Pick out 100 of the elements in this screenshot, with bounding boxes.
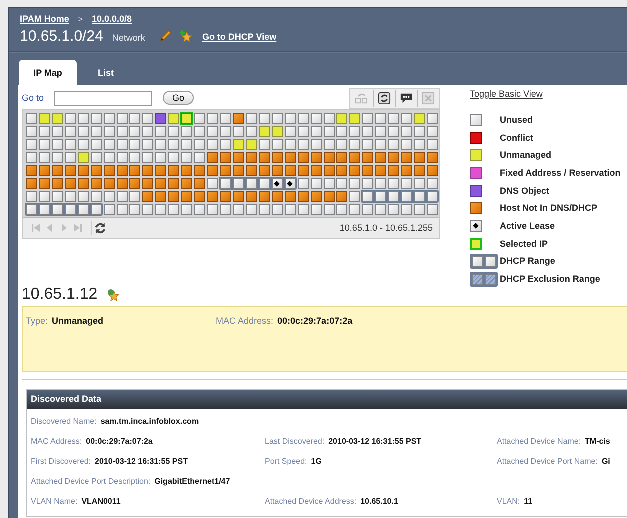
ip-cell[interactable] [310, 113, 322, 124]
ip-cell[interactable] [194, 178, 206, 189]
ip-cell[interactable] [78, 204, 89, 215]
ip-cell[interactable] [207, 126, 218, 137]
ip-cell[interactable] [155, 191, 166, 202]
ip-cell[interactable] [414, 139, 426, 150]
ip-cell[interactable] [232, 165, 244, 176]
ip-cell[interactable] [336, 178, 348, 189]
ip-cell[interactable] [310, 191, 322, 202]
ip-cell[interactable] [246, 152, 257, 163]
ip-cell[interactable] [375, 139, 386, 150]
ip-cell[interactable] [168, 126, 180, 137]
ip-cell[interactable] [64, 204, 76, 215]
ip-cell[interactable] [142, 165, 154, 176]
ip-cell[interactable] [38, 126, 50, 137]
ip-cell[interactable] [52, 113, 63, 124]
ip-cell[interactable] [78, 165, 89, 176]
ip-cell[interactable] [272, 139, 283, 150]
breadcrumb-link[interactable]: IPAM Home [20, 14, 70, 24]
ip-cell[interactable] [401, 113, 412, 124]
ip-cell[interactable] [155, 152, 166, 163]
ip-cell[interactable] [284, 113, 296, 124]
ip-cell[interactable] [388, 113, 400, 124]
ip-cell[interactable] [246, 178, 257, 189]
ip-cell[interactable] [246, 126, 257, 137]
ip-cell[interactable] [78, 178, 89, 189]
ip-cell[interactable] [26, 113, 37, 124]
ip-cell[interactable] [129, 126, 140, 137]
ip-cell[interactable] [220, 204, 232, 215]
ip-cell[interactable] [116, 126, 128, 137]
ip-cell[interactable] [336, 191, 348, 202]
ip-cell[interactable] [52, 204, 63, 215]
ip-cell[interactable] [181, 165, 192, 176]
ip-cell[interactable] [168, 191, 180, 202]
ip-cell[interactable] [181, 204, 192, 215]
ip-cell[interactable] [272, 204, 283, 215]
ip-cell[interactable] [116, 204, 128, 215]
ip-cell[interactable] [298, 191, 309, 202]
ip-cell[interactable] [362, 178, 374, 189]
ip-cell[interactable] [362, 113, 374, 124]
ip-cell[interactable] [52, 139, 63, 150]
ip-cell[interactable] [26, 152, 37, 163]
ip-cell[interactable] [168, 204, 180, 215]
ip-cell[interactable] [194, 126, 206, 137]
ip-cell[interactable] [78, 126, 89, 137]
ip-cell[interactable] [336, 139, 348, 150]
ip-cell[interactable] [362, 204, 374, 215]
ip-cell[interactable] [64, 126, 76, 137]
tab[interactable]: IP Map [19, 60, 77, 85]
star-plus-icon[interactable] [179, 29, 194, 43]
ip-cell[interactable] [142, 178, 154, 189]
ip-cell[interactable] [246, 204, 257, 215]
ip-cell[interactable] [64, 165, 76, 176]
ip-cell[interactable] [362, 152, 374, 163]
ip-cell[interactable] [336, 152, 348, 163]
ip-cell[interactable] [336, 126, 348, 137]
ip-cell[interactable] [427, 178, 438, 189]
ip-cell[interactable] [207, 204, 218, 215]
ip-cell[interactable] [52, 126, 63, 137]
ip-cell[interactable] [90, 152, 102, 163]
ip-cell[interactable] [388, 165, 400, 176]
ip-cell[interactable] [181, 178, 192, 189]
ip-cell[interactable] [401, 178, 412, 189]
ip-cell[interactable] [388, 126, 400, 137]
ip-cell[interactable] [349, 113, 360, 124]
ip-cell[interactable] [336, 165, 348, 176]
ip-cell[interactable] [388, 204, 400, 215]
ip-cell[interactable] [284, 126, 296, 137]
ip-cell[interactable] [155, 126, 166, 137]
ip-cell[interactable] [142, 204, 154, 215]
pencil-icon[interactable] [159, 29, 174, 43]
ip-cell[interactable] [116, 178, 128, 189]
ip-cell[interactable] [232, 113, 244, 124]
ip-cell[interactable] [258, 178, 270, 189]
ip-cell[interactable] [220, 165, 232, 176]
ip-cell[interactable] [194, 139, 206, 150]
ip-cell[interactable] [427, 126, 438, 137]
ip-cell[interactable] [258, 204, 270, 215]
ip-cell[interactable] [38, 152, 50, 163]
ip-cell[interactable] [427, 204, 438, 215]
ip-cell[interactable] [388, 139, 400, 150]
ip-cell[interactable] [272, 165, 283, 176]
ip-cell[interactable] [116, 165, 128, 176]
ip-cell[interactable] [194, 191, 206, 202]
ip-cell[interactable] [349, 178, 360, 189]
ip-cell[interactable] [116, 139, 128, 150]
ip-cell[interactable] [104, 178, 115, 189]
ip-cell[interactable] [64, 178, 76, 189]
ip-cell[interactable] [220, 191, 232, 202]
ip-cell[interactable] [181, 191, 192, 202]
ip-cell[interactable] [324, 113, 335, 124]
ip-cell[interactable] [142, 191, 154, 202]
ip-cell[interactable] [142, 139, 154, 150]
ip-cell[interactable] [362, 139, 374, 150]
ip-cell[interactable] [388, 178, 400, 189]
ip-cell[interactable] [116, 152, 128, 163]
ip-cell[interactable] [427, 165, 438, 176]
ip-cell[interactable] [155, 113, 166, 124]
ip-cell[interactable] [375, 178, 386, 189]
ip-cell[interactable] [232, 191, 244, 202]
